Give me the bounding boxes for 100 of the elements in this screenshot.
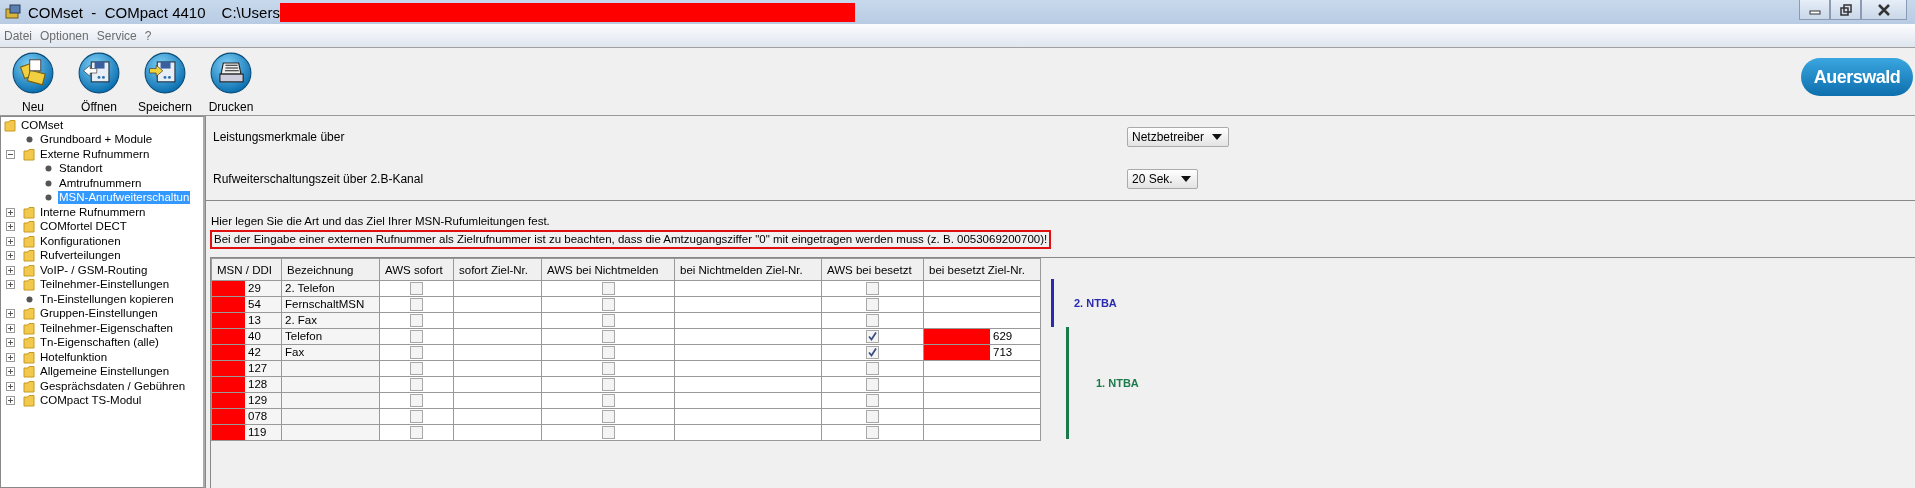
folder-icon [23, 220, 36, 234]
checkbox[interactable] [866, 314, 879, 327]
ntba-label: 1. NTBA [1096, 377, 1139, 389]
checkbox[interactable] [866, 298, 879, 311]
expand-icon[interactable] [6, 367, 15, 377]
menu-item[interactable]: Datei [4, 28, 32, 43]
folder-icon [23, 263, 36, 277]
checkbox[interactable] [601, 314, 615, 327]
checkbox[interactable] [410, 394, 423, 407]
bullet-icon [45, 165, 52, 173]
checkbox[interactable] [410, 378, 423, 391]
tree-item[interactable]: Allgemeine Einstellungen [39, 365, 171, 379]
tree-item[interactable]: Rufverteilungen [39, 249, 122, 263]
tree-item[interactable]: VoIP- / GSM-Routing [39, 263, 149, 277]
toolbar-button[interactable]: Neu [0, 48, 66, 114]
expand-icon[interactable] [6, 251, 15, 261]
checkbox[interactable] [601, 298, 615, 311]
tree-item[interactable]: Amtrufnummern [58, 176, 143, 190]
toolbar-button[interactable]: Speichern [132, 48, 198, 114]
tree-item[interactable]: Grundboard + Module [39, 133, 154, 147]
bullet-icon [26, 295, 33, 303]
close-button[interactable] [1861, 0, 1907, 20]
info-text: Hier legen Sie die Art und das Ziel Ihrer MSN-Rufumleitungen fest. [211, 214, 551, 229]
restore-button[interactable] [1830, 0, 1861, 20]
expand-icon[interactable] [6, 280, 15, 290]
tree-item[interactable]: Gruppen-Einstellungen [39, 307, 159, 321]
checkbox[interactable] [410, 362, 423, 375]
expand-icon[interactable] [6, 323, 15, 333]
checkbox[interactable] [866, 394, 879, 407]
menu-item[interactable]: Optionen [40, 28, 89, 43]
checkbox[interactable] [601, 426, 615, 439]
expand-icon[interactable] [6, 352, 15, 362]
tree-item[interactable]: Teilnehmer-Eigenschaften [39, 321, 174, 335]
checkbox[interactable] [601, 282, 615, 295]
expand-icon[interactable] [6, 236, 15, 246]
tree-item[interactable]: Teilnehmer-Einstellungen [39, 278, 171, 292]
table-cell-text: Telefon [284, 330, 323, 342]
checkbox[interactable] [601, 378, 615, 391]
checkbox[interactable] [866, 410, 879, 423]
window-title: COMset - COMpact 4410 [28, 3, 206, 21]
checkbox[interactable] [601, 330, 615, 343]
dropdown[interactable]: Netzbetreiber [1127, 127, 1230, 147]
checkbox[interactable] [410, 410, 423, 423]
checkbox[interactable] [866, 330, 879, 343]
expand-icon[interactable] [6, 265, 15, 275]
bullet-icon [45, 194, 52, 202]
checkbox[interactable] [601, 362, 615, 375]
table-cell-text: 40 [247, 329, 261, 344]
folder-icon [23, 205, 36, 219]
checkbox[interactable] [866, 362, 879, 375]
app-icon [4, 3, 22, 21]
papers-icon [12, 52, 54, 94]
tree-item[interactable]: Standort [58, 162, 104, 176]
checkbox[interactable] [866, 426, 879, 439]
tree-item[interactable]: COMset [20, 118, 65, 132]
caret-icon [1180, 176, 1191, 182]
expand-icon[interactable] [6, 381, 15, 391]
checkbox[interactable] [866, 346, 879, 359]
folder-icon [23, 307, 36, 321]
checkbox[interactable] [410, 282, 423, 295]
checkbox[interactable] [601, 394, 615, 407]
tree-item[interactable]: Externe Rufnummern [39, 147, 151, 161]
tree-item[interactable]: Tn-Einstellungen kopieren [39, 292, 175, 306]
checkbox[interactable] [410, 330, 423, 343]
menu-item[interactable]: ? [144, 28, 152, 43]
expand-icon[interactable] [6, 207, 15, 217]
folder-icon [23, 249, 36, 263]
checkbox[interactable] [410, 314, 423, 327]
checkbox[interactable] [410, 346, 423, 359]
tree-item[interactable]: Konfigurationen [39, 234, 122, 248]
caret-icon [1212, 134, 1223, 140]
bullet-icon [26, 136, 33, 144]
checkbox[interactable] [601, 346, 615, 359]
tree-item[interactable]: COMpact TS-Modul [39, 394, 143, 408]
table-cell-text: 2. Fax [284, 314, 317, 326]
toolbar-button[interactable]: Drucken [198, 48, 264, 114]
collapse-icon[interactable] [6, 149, 15, 159]
setting-label: Rufweiterschaltungszeit über 2.B-Kanal [213, 172, 425, 186]
menu-item[interactable]: Service [96, 28, 137, 43]
tree-item[interactable]: Gesprächsdaten / Gebühren [39, 379, 187, 393]
expand-icon[interactable] [6, 338, 15, 348]
checkbox[interactable] [866, 282, 879, 295]
tree-item[interactable]: Tn-Eigenschaften (alle) [39, 336, 160, 350]
table-cell-text: 119 [247, 425, 267, 440]
column-header: sofort Ziel-Nr. [453, 258, 542, 281]
expand-icon[interactable] [6, 309, 15, 319]
tree-item[interactable]: COMfortel DECT [39, 220, 128, 234]
table-cell-text: 078 [247, 409, 268, 424]
column-header: bei besetzt Ziel-Nr. [923, 258, 1041, 281]
checkbox[interactable] [410, 298, 423, 311]
checkbox[interactable] [866, 378, 879, 391]
toolbar-button[interactable]: Öffnen [66, 48, 132, 114]
dropdown[interactable]: 20 Sek. [1127, 169, 1198, 189]
expand-icon[interactable] [6, 222, 15, 232]
tree-item[interactable]: Hotelfunktion [39, 350, 109, 364]
tree-item[interactable]: Interne Rufnummern [39, 205, 147, 219]
checkbox[interactable] [601, 410, 615, 423]
table-cell-text: FernschaltMSN [284, 298, 365, 310]
checkbox[interactable] [410, 426, 423, 439]
expand-icon[interactable] [6, 396, 15, 406]
